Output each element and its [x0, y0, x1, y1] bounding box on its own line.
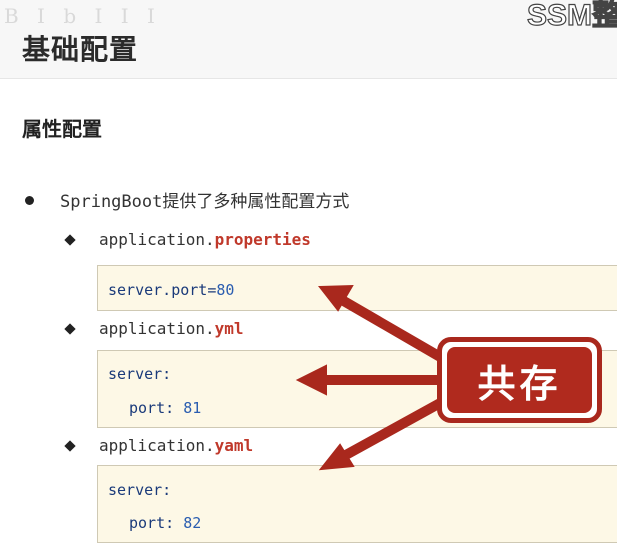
arrow-head-yml — [295, 364, 327, 396]
coexist-badge: 共存 — [437, 337, 602, 423]
arrows-overlay — [295, 284, 447, 471]
coexist-badge-label: 共存 — [447, 347, 592, 413]
arrow-line-yaml — [339, 397, 447, 461]
arrow-line-properties — [337, 295, 447, 363]
